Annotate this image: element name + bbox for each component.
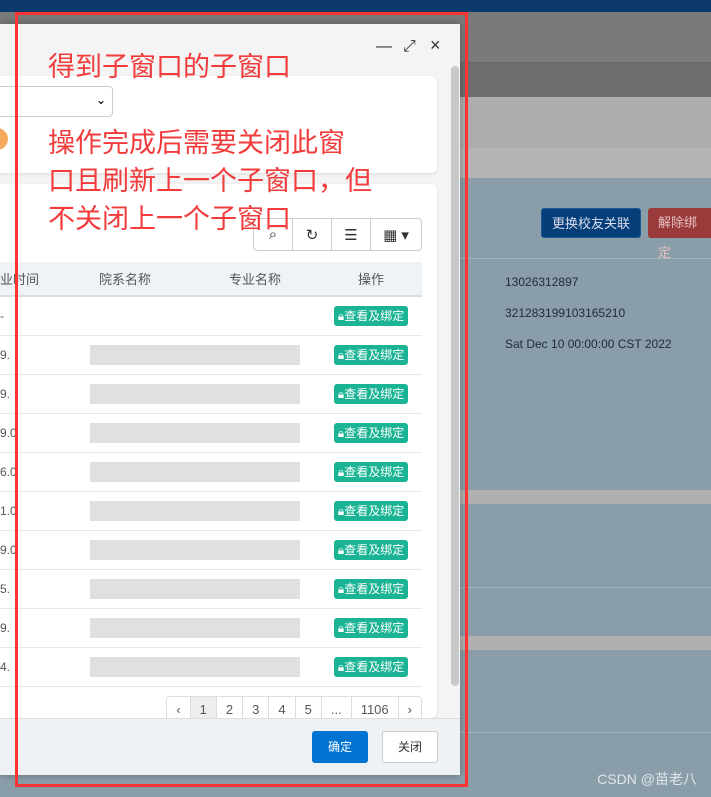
unbind-button[interactable]: 解除绑定	[648, 208, 711, 260]
time-value: 9.	[0, 386, 11, 401]
divider	[460, 587, 711, 588]
time-value: 9.	[0, 347, 11, 362]
divider	[460, 258, 711, 259]
divider	[460, 732, 711, 733]
time-value: 5.	[0, 581, 11, 596]
divider	[460, 636, 711, 650]
status-indicator	[0, 128, 8, 150]
top-nav-bar	[0, 0, 711, 12]
annotation-text: 得到子窗口的子窗口	[48, 52, 291, 82]
id-number-value: 321283199103165210	[505, 306, 626, 320]
change-alumni-link-button[interactable]: 更换校友关联	[541, 208, 642, 238]
phone-value: 13026312897	[505, 275, 579, 289]
time-value: -	[0, 308, 4, 323]
annotation-text: 不关闭上一个子窗口	[48, 204, 291, 234]
watermark: CSDN @苗老八	[597, 771, 697, 787]
time-value: 9.	[0, 620, 11, 635]
date-value: Sat Dec 10 00:00:00 CST 2022	[505, 337, 672, 351]
time-value: 4.	[0, 659, 11, 674]
annotation-text: 操作完成后需要关闭此窗	[48, 128, 345, 158]
annotation-text: 口且刷新上一个子窗口，但	[48, 166, 372, 196]
divider	[460, 490, 711, 504]
